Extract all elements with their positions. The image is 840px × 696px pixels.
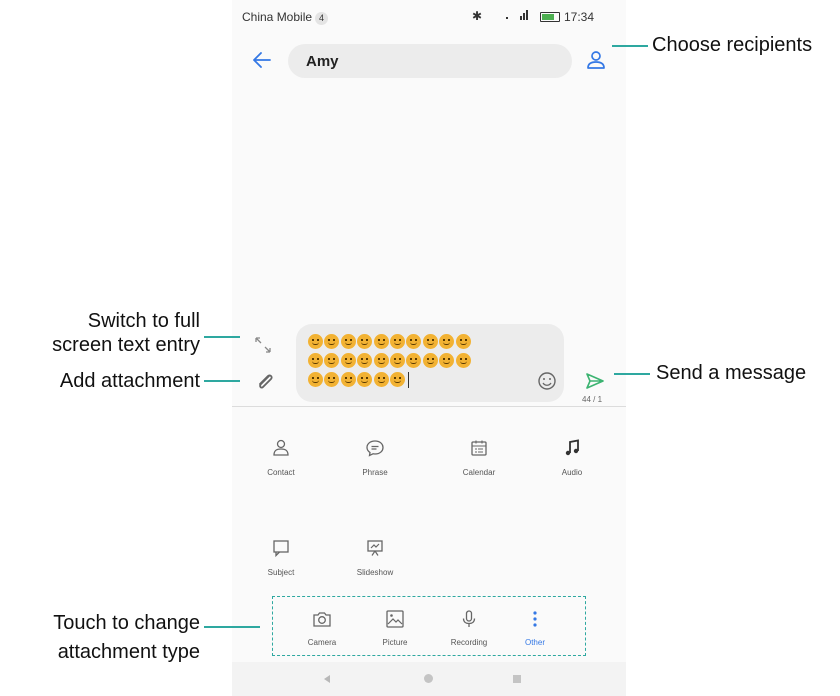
calendar-icon	[471, 440, 487, 456]
emoji-row	[308, 353, 472, 372]
send-icon[interactable]	[584, 370, 606, 392]
smiley-emoji-icon	[373, 334, 389, 349]
divider	[232, 406, 626, 407]
callout-switch-fullscreen-2: screen text entry	[52, 334, 200, 356]
carrier-name: China Mobile	[242, 10, 313, 24]
subject-icon	[273, 540, 289, 558]
leader-line	[614, 373, 650, 375]
back-arrow-icon[interactable]	[250, 48, 274, 72]
callout-send-message: Send a message	[656, 362, 807, 384]
smiley-emoji-icon	[340, 372, 356, 387]
sim-badge: 4	[315, 12, 329, 25]
leader-line	[612, 45, 648, 47]
smiley-emoji-icon	[389, 372, 405, 387]
compose-area: 44 / 1	[232, 322, 626, 406]
smiley-emoji-icon	[357, 353, 373, 368]
smiley-emoji-icon	[439, 334, 455, 349]
nav-back-icon[interactable]	[324, 675, 330, 683]
attach-calendar[interactable]: Calendar	[439, 438, 519, 480]
smiley-emoji-icon	[357, 372, 373, 387]
smiley-emoji-icon	[455, 334, 471, 349]
smiley-emoji-icon	[406, 353, 422, 368]
battery-icon	[540, 12, 560, 22]
bluetooth-icon: ✱	[472, 9, 483, 23]
nav-home-icon[interactable]	[424, 674, 433, 683]
callout-add-attachment: Add attachment	[59, 370, 200, 392]
status-bar: China Mobile 4 ✱ 17:34	[232, 0, 626, 36]
attachment-type-highlight	[272, 596, 586, 656]
smiley-emoji-icon	[439, 353, 455, 368]
music-note-icon	[565, 439, 579, 456]
smiley-emoji-icon	[340, 334, 356, 349]
choose-recipients-icon[interactable]	[584, 48, 608, 72]
signal-icon	[506, 10, 528, 20]
character-counter: 44 / 1	[582, 395, 603, 404]
fullscreen-expand-icon[interactable]	[252, 334, 274, 356]
smiley-emoji-icon	[455, 353, 471, 368]
slideshow-icon	[367, 540, 383, 556]
smiley-emoji-icon	[357, 334, 373, 349]
attach-phrase[interactable]: Phrase	[335, 438, 415, 480]
text-cursor	[408, 372, 410, 388]
leader-line	[204, 336, 240, 338]
smiley-emoji-icon	[324, 353, 340, 368]
attach-audio[interactable]: Audio	[532, 438, 612, 480]
smiley-emoji-icon	[340, 353, 356, 368]
smiley-emoji-icon	[324, 372, 340, 387]
recipient-input[interactable]	[288, 44, 572, 78]
person-icon	[273, 439, 289, 456]
callout-touch-change-2: attachment type	[57, 641, 200, 663]
attach-subject[interactable]: Subject	[241, 538, 321, 580]
smiley-emoji-icon	[389, 334, 405, 349]
smiley-emoji-icon	[308, 334, 323, 349]
smiley-emoji-icon	[389, 353, 405, 368]
attach-label: Audio	[561, 468, 583, 477]
smiley-emoji-icon	[308, 353, 323, 368]
emoji-row	[308, 334, 472, 353]
callout-touch-change-1: Touch to change	[53, 612, 200, 634]
navigation-bar	[232, 662, 626, 696]
smiley-emoji-icon	[422, 353, 438, 368]
callout-switch-fullscreen-1: Switch to full	[87, 310, 200, 332]
nav-recents-icon[interactable]	[513, 675, 521, 683]
attach-contact[interactable]: Contact	[241, 438, 321, 480]
carrier-label: China Mobile 4	[242, 10, 329, 25]
attach-label: Subject	[267, 568, 295, 577]
chat-bubble-icon	[366, 440, 384, 457]
attach-label: Slideshow	[356, 568, 394, 577]
attach-label: Phrase	[362, 468, 388, 477]
callout-choose-recipients: Choose recipients	[652, 34, 813, 56]
smiley-emoji-icon	[373, 372, 389, 387]
emoji-picker-icon[interactable]	[536, 370, 558, 392]
emoji-row	[308, 372, 472, 391]
smiley-emoji-icon	[422, 334, 438, 349]
phone-screen: China Mobile 4 ✱ 17:34 Amy 44 / 1 Contac…	[232, 0, 626, 696]
paperclip-icon[interactable]	[254, 370, 276, 392]
smiley-emoji-icon	[373, 353, 389, 368]
clock: 17:34	[564, 10, 595, 24]
smiley-emoji-icon	[324, 334, 340, 349]
attach-label: Contact	[267, 468, 295, 477]
smiley-emoji-icon	[406, 334, 422, 349]
leader-line	[204, 380, 240, 382]
leader-line	[204, 626, 260, 628]
message-textbox[interactable]	[296, 324, 564, 402]
attach-label: Calendar	[462, 468, 496, 477]
attach-slideshow[interactable]: Slideshow	[335, 538, 415, 580]
emoji-content	[308, 334, 472, 391]
smiley-emoji-icon	[308, 372, 323, 387]
recipient-bar	[232, 42, 626, 80]
